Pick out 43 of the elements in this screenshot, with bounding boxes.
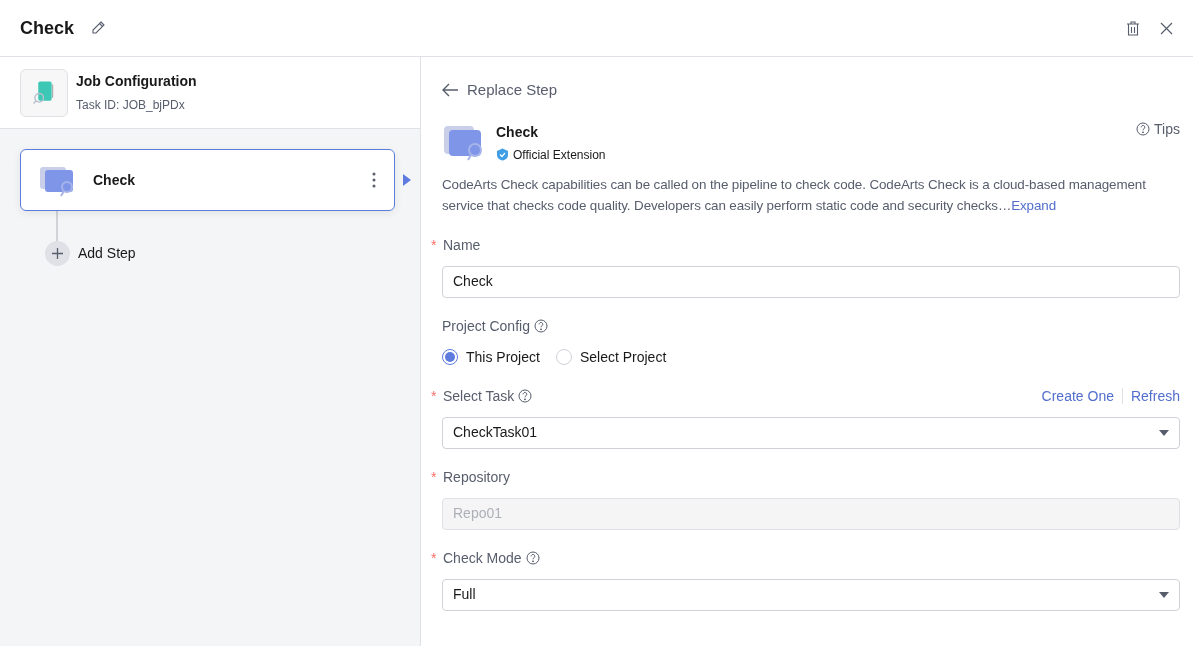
radio-option[interactable]: Select Project [555,346,667,368]
field-label: Select Task [443,386,515,406]
delete-icon[interactable] [1126,20,1140,36]
plugin-description: CodeArts Check capabilities can be called on the pipeline to check code. CodeArts Check is a cloud-based management service that checks code quality. Developers can easily perform static code and security checks…Expand [442,175,1147,215]
tips-link[interactable]: Tips [1136,121,1180,136]
help-icon [1136,121,1151,136]
pointer-icon [403,174,411,186]
step-card[interactable]: Check [20,149,395,211]
more-icon[interactable] [372,172,376,188]
required-mark: * [431,467,438,487]
field-label: Project Config [442,316,530,336]
refresh-link[interactable]: Refresh [1130,385,1180,407]
shield-icon [496,148,509,161]
expand-link[interactable]: Expand [1011,197,1056,213]
caret-icon [1159,591,1169,598]
plus-icon [52,248,63,259]
replace-step-link[interactable]: Replace Step [442,79,558,102]
required-mark: * [431,386,438,406]
field-label: Repository [443,467,510,487]
add-step-button[interactable]: Add Step [45,241,136,266]
required-mark: * [431,235,438,255]
edit-icon[interactable] [90,20,107,36]
plugin-name: Check [496,122,540,142]
select-field[interactable]: CheckTask01 [442,416,1180,449]
caret-icon [1159,429,1169,436]
close-icon[interactable] [1160,21,1173,35]
create-link[interactable]: Create One [1041,385,1114,407]
official-extension-label: Official Extension [513,146,606,164]
page-title: Check [20,16,75,40]
arrow-left-icon [442,83,459,98]
step-name: Check [93,170,137,190]
document-search-icon [20,68,68,117]
select-field[interactable]: Full [442,578,1180,611]
help-icon[interactable] [533,319,548,333]
field-label: Check Mode [443,548,522,568]
required-mark: * [431,548,438,568]
task-id: Task ID: JOB_bjPDx [76,97,186,114]
text-field[interactable]: Check [442,265,1180,298]
help-icon[interactable] [518,389,533,403]
radio-option[interactable]: This Project [442,346,540,368]
help-icon[interactable] [525,551,540,565]
field-label: Name [443,235,481,255]
job-title: Job Configuration [76,72,197,91]
